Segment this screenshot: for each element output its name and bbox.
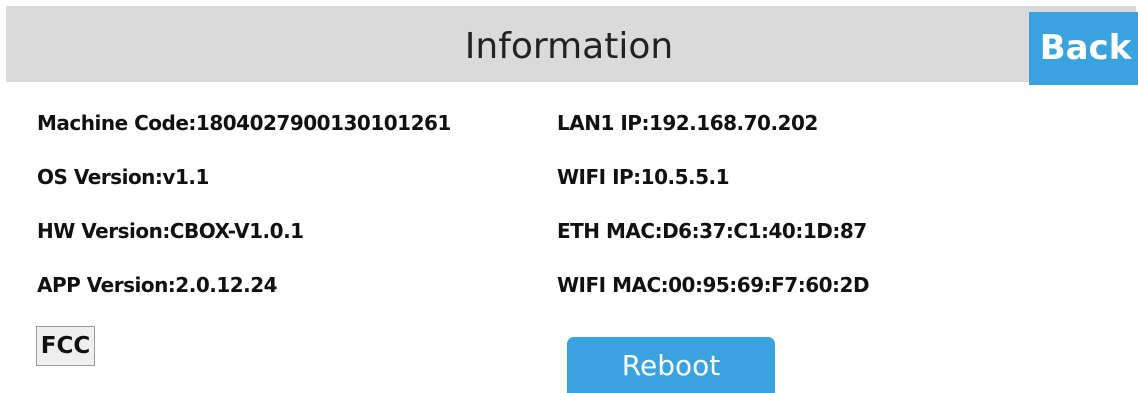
header-bar: Information Back	[6, 6, 1138, 85]
hw-version-text: HW Version:CBOX-V1.0.1	[37, 219, 304, 243]
reboot-button[interactable]: Reboot	[567, 337, 775, 393]
page-title: Information	[464, 26, 674, 67]
information-screen: Information Back Machine Code:1804027900…	[0, 0, 1138, 393]
back-button[interactable]: Back	[1029, 12, 1138, 85]
fcc-button[interactable]: FCC	[36, 326, 95, 366]
app-version-text: APP Version:2.0.12.24	[37, 273, 278, 297]
lan1-ip-text: LAN1 IP:192.168.70.202	[557, 111, 818, 135]
machine-code-text: Machine Code:1804027900130101261	[37, 111, 451, 135]
eth-mac-text: ETH MAC:D6:37:C1:40:1D:87	[557, 219, 867, 243]
os-version-text: OS Version:v1.1	[37, 165, 209, 189]
wifi-ip-text: WIFI IP:10.5.5.1	[557, 165, 730, 189]
wifi-mac-text: WIFI MAC:00:95:69:F7:60:2D	[557, 273, 870, 297]
